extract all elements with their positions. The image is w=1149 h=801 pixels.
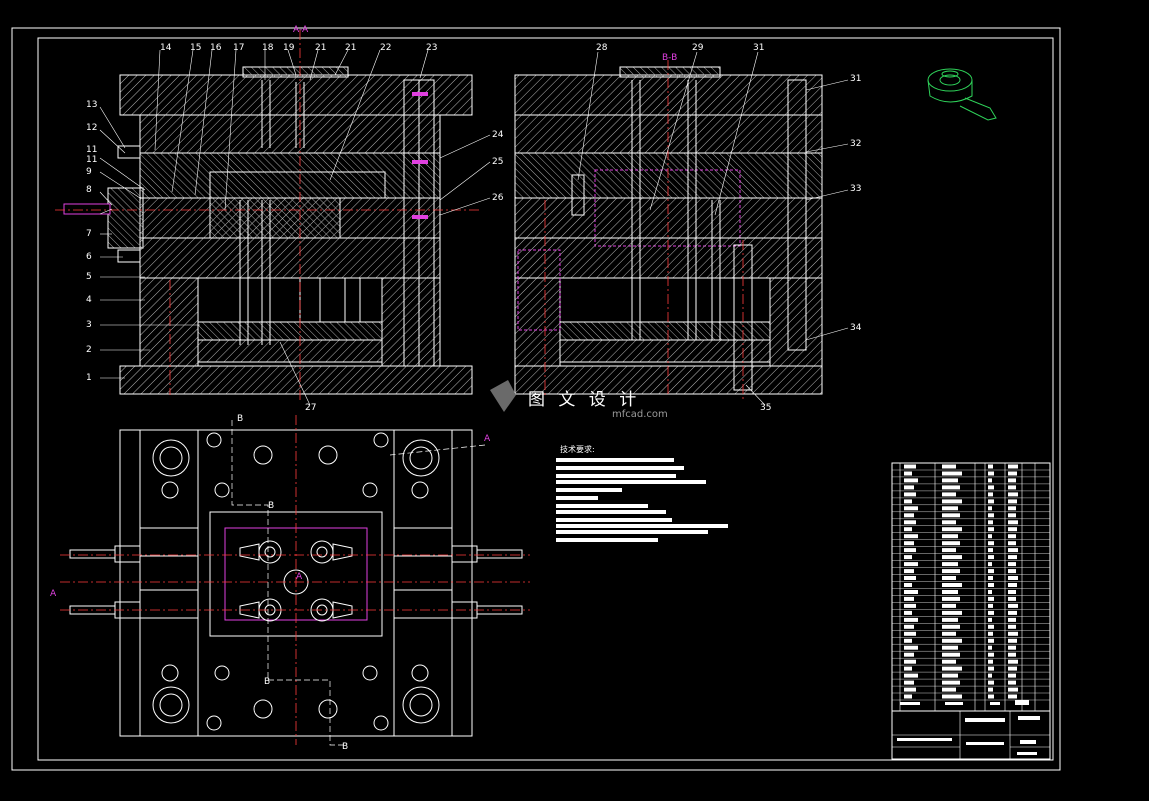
callout-8: 8 — [86, 185, 92, 195]
callout-29: 29 — [692, 43, 704, 53]
title-block — [891, 700, 1051, 760]
callout-12: 12 — [86, 123, 97, 133]
view-marker-a-3: A — [296, 572, 303, 582]
tech-requirements-title: 技术要求: — [560, 444, 595, 454]
callout-28: 28 — [596, 43, 608, 53]
callout-33: 33 — [850, 184, 861, 194]
callout-25: 25 — [492, 157, 503, 167]
section-aa-view: A-A 14 15 16 17 18 19 21 21 22 23 13 12 … — [55, 25, 504, 413]
callout-24: 24 — [492, 130, 504, 140]
callout-31a: 31 — [753, 43, 764, 53]
callout-13: 13 — [86, 100, 97, 110]
section-bb-label: B-B — [662, 53, 677, 63]
tech-requirements: 技术要求: — [556, 444, 728, 542]
callout-31b: 31 — [850, 74, 861, 84]
callout-19: 19 — [283, 43, 295, 53]
callout-1: 1 — [86, 373, 92, 383]
callout-18: 18 — [262, 43, 274, 53]
callout-14: 14 — [160, 43, 172, 53]
callout-15: 15 — [190, 43, 201, 53]
callout-21a: 21 — [315, 43, 326, 53]
callout-35: 35 — [760, 403, 771, 413]
callout-27: 27 — [305, 403, 316, 413]
callout-2: 2 — [86, 345, 92, 355]
view-marker-b-3: B — [264, 677, 270, 687]
callout-11b: 11 — [86, 155, 97, 165]
callout-34: 34 — [850, 323, 862, 333]
callout-3: 3 — [86, 320, 92, 330]
callout-9: 9 — [86, 167, 92, 177]
section-aa-label: A-A — [293, 25, 309, 35]
section-bb-view: B-B 28 29 31 31 32 33 34 35 — [514, 43, 862, 413]
view-marker-a-2: A — [50, 589, 57, 599]
callout-32: 32 — [850, 139, 861, 149]
callout-22: 22 — [380, 43, 391, 53]
callout-4: 4 — [86, 295, 92, 305]
callout-23: 23 — [426, 43, 437, 53]
parts-list — [891, 462, 1051, 712]
view-marker-b-1: B — [237, 414, 243, 424]
callout-7: 7 — [86, 229, 92, 239]
callout-16: 16 — [210, 43, 222, 53]
callout-21b: 21 — [345, 43, 356, 53]
view-marker-b-4: B — [342, 742, 348, 752]
plan-view: B B B B A A A — [50, 414, 530, 752]
cad-drawing-canvas: A-A 14 15 16 17 18 19 21 21 22 23 13 12 … — [11, 25, 1061, 771]
callout-26: 26 — [492, 193, 504, 203]
watermark-en: mfcad.com — [612, 409, 668, 420]
watermark-cn: 图 文 设 计 — [528, 390, 640, 410]
callout-11a: 11 — [86, 145, 97, 155]
part-isometric-view — [927, 68, 997, 121]
view-marker-b-2: B — [268, 501, 274, 511]
view-marker-a-1: A — [484, 434, 491, 444]
callout-5: 5 — [86, 272, 92, 282]
callout-17: 17 — [233, 43, 244, 53]
callout-6: 6 — [86, 252, 92, 262]
